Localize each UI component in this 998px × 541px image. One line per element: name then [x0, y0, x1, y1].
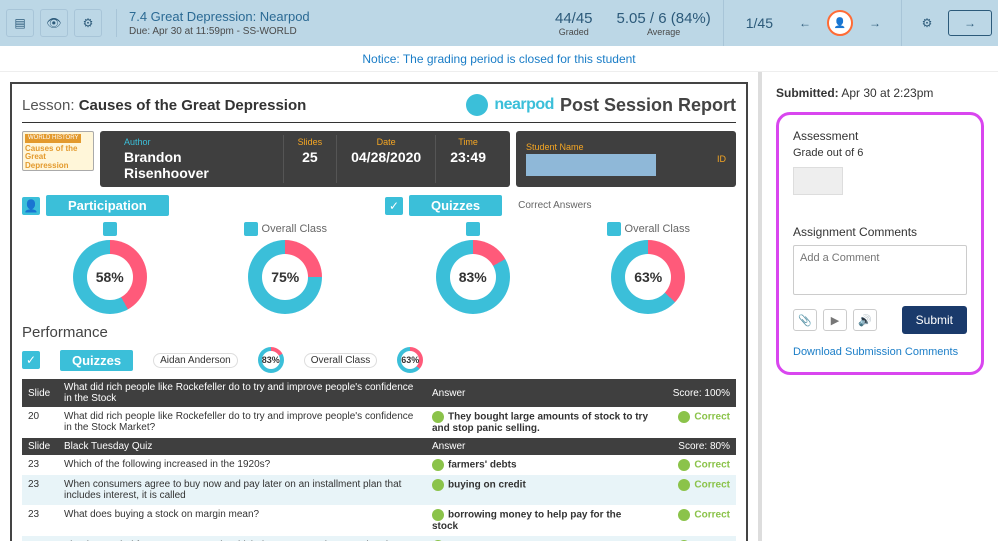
student-panel: Student Name ID — [516, 131, 736, 187]
brand-text: nearpod — [494, 96, 554, 114]
student-name-field — [526, 154, 656, 176]
topbar: ▤ 👁 ⚙ 7.4 Great Depression: Nearpod Due:… — [0, 0, 998, 46]
stat-graded: 44/45 Graded — [543, 10, 605, 37]
assessment-label: Assessment — [793, 129, 967, 143]
submitted-line: Submitted: Apr 30 at 2:23pm — [776, 86, 984, 100]
check-icon — [432, 509, 444, 521]
quiz-table: SlideWhat did rich people like Rockefell… — [22, 379, 736, 438]
avg-value: 5.05 / 6 (84%) — [617, 10, 711, 27]
participation-self-donut: 58% — [73, 240, 147, 314]
notice-bar: Notice: The grading period is closed for… — [0, 46, 998, 72]
avg-label: Average — [617, 27, 711, 37]
check-icon: ✓ — [22, 351, 40, 369]
lesson-meta: AuthorBrandon Risenhoover Slides25 Date0… — [100, 131, 510, 187]
comments-title: Assignment Comments — [793, 225, 967, 239]
performance-title: Performance — [22, 324, 736, 341]
check-icon — [678, 509, 690, 521]
table-row: 20What did rich people like Rockefeller … — [22, 407, 736, 438]
nearpod-logo-icon — [466, 94, 488, 116]
lesson-title: Lesson: Causes of the Great Depression — [22, 97, 306, 114]
table-row: 23When consumers agree to buy now and pa… — [22, 475, 736, 505]
check-icon — [432, 479, 444, 491]
person-icon — [466, 222, 480, 236]
quizzes-block: ✓ Quizzes Correct Answers 83% Overall Cl… — [385, 195, 736, 314]
class-pct-ring: 63% — [397, 347, 423, 373]
download-comments-link[interactable]: Download Submission Comments — [793, 346, 958, 358]
check-icon — [432, 411, 444, 423]
table-row: 23The time period from 1929 to 1940 in w… — [22, 536, 736, 541]
settings-icon[interactable]: ⚙ — [912, 8, 942, 38]
quiz-self-donut: 83% — [436, 240, 510, 314]
person-icon — [103, 222, 117, 236]
nearpod-report: Lesson: Causes of the Great Depression n… — [10, 82, 748, 541]
quizzes-title: Quizzes — [409, 195, 502, 216]
submit-button[interactable]: Submit — [902, 306, 967, 334]
grading-sidebar: Submitted: Apr 30 at 2:23pm Assessment G… — [758, 72, 998, 541]
participation-class-donut: 75% — [248, 240, 322, 314]
student-pct-ring: 83% — [258, 347, 284, 373]
advance-button[interactable]: → — [948, 10, 992, 36]
student-name-pill: Aidan Anderson — [153, 353, 238, 368]
quizzes-tab[interactable]: Quizzes — [60, 350, 133, 371]
audio-icon[interactable]: 🔊 — [853, 309, 877, 331]
brand: nearpod Post Session Report — [466, 94, 736, 116]
quizzes-sub: Correct Answers — [518, 200, 591, 211]
media-icon[interactable]: ▶ — [823, 309, 847, 331]
person-icon — [607, 222, 621, 236]
assignment-info: 7.4 Great Depression: Nearpod Due: Apr 3… — [116, 9, 310, 37]
lesson-thumbnail: WORLD HISTORY Causes of the Great Depres… — [22, 131, 94, 171]
check-icon — [432, 459, 444, 471]
quiz-tables: SlideWhat did rich people like Rockefell… — [22, 379, 736, 541]
table-row: 23Which of the following increased in th… — [22, 455, 736, 475]
quiz-table: SlideBlack Tuesday QuizAnswerScore: 80%2… — [22, 438, 736, 541]
graded-value: 44/45 — [555, 10, 593, 27]
assessment-box: Assessment Grade out of 6 Assignment Com… — [776, 112, 984, 375]
assignment-title[interactable]: 7.4 Great Depression: Nearpod — [129, 9, 310, 24]
participation-title: Participation — [46, 195, 169, 216]
prev-student-button[interactable]: ← — [791, 9, 819, 37]
student-avatar[interactable]: 👤 — [827, 10, 853, 36]
quiz-class-donut: 63% — [611, 240, 685, 314]
grade-input[interactable] — [793, 167, 843, 195]
gear-icon[interactable]: ⚙ — [74, 9, 102, 37]
class-pill: Overall Class — [304, 353, 377, 368]
student-counter: 1/45 — [736, 15, 783, 31]
table-row: 23What does buying a stock on margin mea… — [22, 505, 736, 536]
graded-label: Graded — [555, 27, 593, 37]
overall-class-label: Overall Class — [625, 223, 690, 235]
overall-class-label: Overall Class — [262, 223, 327, 235]
next-student-button[interactable]: → — [861, 9, 889, 37]
assignment-sub: Due: Apr 30 at 11:59pm - SS-WORLD — [129, 26, 310, 37]
check-icon — [678, 479, 690, 491]
stat-average: 5.05 / 6 (84%) Average — [605, 10, 723, 37]
check-icon: ✓ — [385, 197, 403, 215]
attach-icon[interactable]: 📎 — [793, 309, 817, 331]
check-icon — [678, 459, 690, 471]
grades-icon[interactable]: ▤ — [6, 9, 34, 37]
student-nav: 1/45 ← 👤 → — [723, 0, 902, 46]
submission-panel[interactable]: Lesson: Causes of the Great Depression n… — [0, 72, 758, 541]
eye-icon[interactable]: 👁 — [40, 9, 68, 37]
comment-textarea[interactable] — [793, 245, 967, 295]
person-icon — [244, 222, 258, 236]
participation-block: 👤 Participation 58% Overall Class 75% — [22, 195, 373, 314]
report-title: Post Session Report — [560, 95, 736, 116]
person-icon: 👤 — [22, 197, 40, 215]
grade-out-label: Grade out of 6 — [793, 147, 967, 159]
check-icon — [678, 411, 690, 423]
